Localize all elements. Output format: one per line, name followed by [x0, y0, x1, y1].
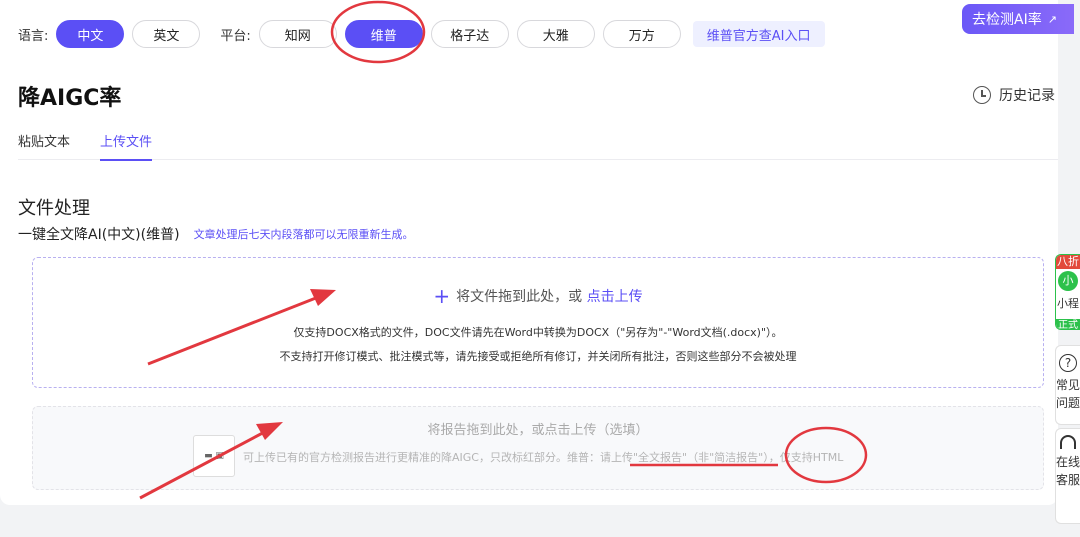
file-drop-zone[interactable]: + 将文件拖到此处，或 点击上传 仅支持DOCX格式的文件，DOC文件请先在Wor…	[32, 257, 1044, 388]
tab-upload-file[interactable]: 上传文件	[100, 130, 153, 161]
faq-widget[interactable]: ? 常见问题	[1055, 345, 1080, 425]
official-badge: 正式	[1056, 319, 1080, 329]
faq-label: 常见问题	[1056, 378, 1080, 410]
tab-bar: 粘贴文本 上传文件	[18, 130, 1058, 161]
vip-official-ai-link[interactable]: 维普官方查AI入口	[692, 21, 825, 47]
tab-paste-text[interactable]: 粘贴文本	[18, 130, 70, 160]
report-file-icon: ▬ ▣	[193, 435, 235, 477]
report-drop-zone[interactable]: 将报告拖到此处，或点击上传（选填） ▬ ▣ 可上传已有的官方检测报告进行更精准的…	[32, 406, 1044, 490]
customer-service-widget[interactable]: 在线客服	[1055, 428, 1080, 524]
mode-row: 一键全文降AI(中文)(维普) 文章处理后七天内段落都可以无限重新生成。	[18, 224, 414, 244]
language-label: 语言:	[18, 28, 49, 44]
discount-tag: 八折	[1056, 255, 1080, 269]
go-detect-label: 去检测AI率	[972, 12, 1042, 28]
platform-gezida-button[interactable]: 格子达	[430, 20, 509, 48]
revision-mode-hint: 不支持打开修订模式、批注模式等，请先接受或拒绝所有修订，并关闭所有批注，否则这些…	[279, 350, 797, 363]
platform-daya-button[interactable]: 大雅	[516, 20, 595, 48]
go-detect-ai-button[interactable]: 去检测AI率 ↗	[962, 4, 1074, 34]
language-english-button[interactable]: 英文	[132, 20, 201, 48]
drop-zone-prompt: + 将文件拖到此处，或 点击上传	[33, 284, 1043, 308]
report-drop-prompt: 将报告拖到此处，或点击上传（选填）	[427, 423, 649, 438]
headset-icon	[1060, 435, 1076, 449]
platform-wanfang-button[interactable]: 万方	[602, 20, 681, 48]
platform-cnki-button[interactable]: 知网	[258, 20, 337, 48]
section-title: 文件处理	[18, 198, 90, 219]
report-hint: 可上传已有的官方检测报告进行更精准的降AIGC，只改标红部分。维普：请上传"全文…	[243, 451, 844, 464]
language-chinese-button[interactable]: 中文	[56, 20, 125, 48]
main-card: 语言: 中文 英文 平台: 知网 维普 格子达 大雅 万方 维普官方查AI入口 …	[0, 0, 1058, 505]
click-upload-link[interactable]: 点击上传	[587, 289, 643, 305]
history-button[interactable]: 历史记录	[973, 85, 1055, 105]
drop-prompt-text: 将文件拖到此处，或	[456, 289, 583, 305]
mini-program-icon: 小	[1058, 271, 1078, 291]
customer-service-label: 在线客服	[1056, 455, 1080, 487]
mini-program-label: 小程	[1057, 297, 1079, 310]
arrow-up-right-icon: ↗	[1047, 12, 1057, 26]
page-title: 降AIGC率	[18, 86, 122, 111]
history-label: 历史记录	[999, 88, 1055, 104]
filter-bar: 语言: 中文 英文 平台: 知网 维普 格子达 大雅 万方 维普官方查AI入口	[18, 20, 825, 48]
plus-icon: +	[433, 284, 451, 308]
docx-only-hint: 仅支持DOCX格式的文件，DOC文件请先在Word中转换为DOCX（"另存为"-…	[293, 326, 783, 339]
platform-vip-button[interactable]: 维普	[344, 20, 423, 48]
question-icon: ?	[1059, 354, 1077, 372]
clock-icon	[973, 86, 991, 104]
mini-program-widget[interactable]: 八折 小 小程 正式	[1055, 254, 1080, 330]
platform-label: 平台:	[220, 28, 251, 44]
regenerate-note: 文章处理后七天内段落都可以无限重新生成。	[193, 228, 414, 241]
mode-label: 一键全文降AI(中文)(维普)	[18, 227, 180, 243]
